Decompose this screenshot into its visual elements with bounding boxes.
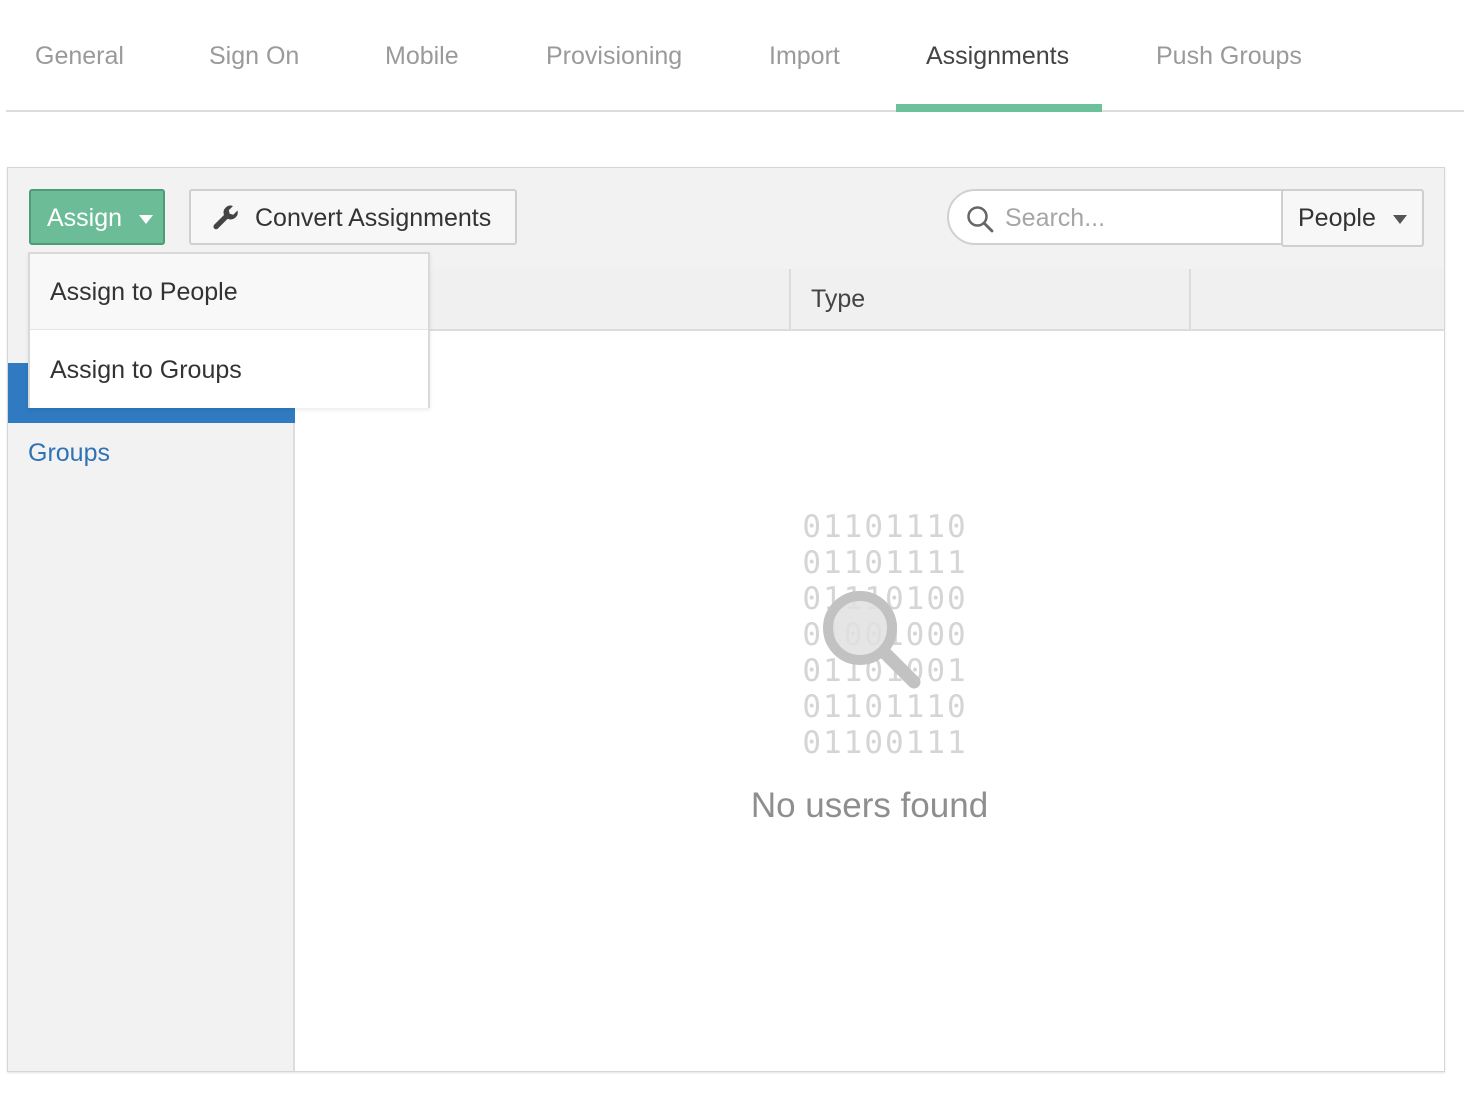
empty-state-message: No users found [750,786,989,825]
tab-provisioning[interactable]: Provisioning [546,42,682,71]
column-divider [1189,269,1191,331]
search-input[interactable] [1003,201,1267,235]
wrench-icon [213,205,238,230]
binary-line: 01101111 [802,545,968,581]
menu-item-assign-to-people[interactable]: Assign to People [30,254,428,330]
assign-button-label: Assign [47,204,123,232]
binary-line: 01101110 [802,509,968,545]
caret-down-icon [139,215,153,224]
filter-select-value: People [1298,204,1376,232]
assign-dropdown-menu: Assign to People Assign to Groups [28,252,430,408]
tab-bar: General Sign On Mobile Provisioning Impo… [6,0,1464,112]
sidebar-item-groups[interactable]: Groups [28,439,110,468]
tab-general[interactable]: General [35,42,124,71]
tab-mobile[interactable]: Mobile [385,42,459,71]
search-icon [967,206,994,233]
assign-button[interactable]: Assign [29,189,165,245]
convert-assignments-label: Convert Assignments [255,204,492,232]
filter-select[interactable]: People [1281,189,1424,247]
table-header: Type [295,269,1444,331]
magnifier-icon [823,591,921,689]
convert-assignments-button[interactable]: Convert Assignments [189,189,517,245]
tab-sign-on[interactable]: Sign On [209,42,299,71]
column-header-type[interactable]: Type [811,285,865,314]
tab-import[interactable]: Import [769,42,840,71]
menu-item-assign-to-groups[interactable]: Assign to Groups [30,332,428,408]
tab-push-groups[interactable]: Push Groups [1156,42,1302,71]
search-box [947,189,1287,245]
assignments-table: Type 01101110 01101111 01110100 01001000… [295,269,1444,1071]
column-divider [789,269,791,331]
tab-assignments[interactable]: Assignments [926,42,1069,71]
chevron-down-icon [1393,215,1407,224]
active-tab-indicator [896,104,1102,112]
binary-line: 01100111 [802,725,968,761]
